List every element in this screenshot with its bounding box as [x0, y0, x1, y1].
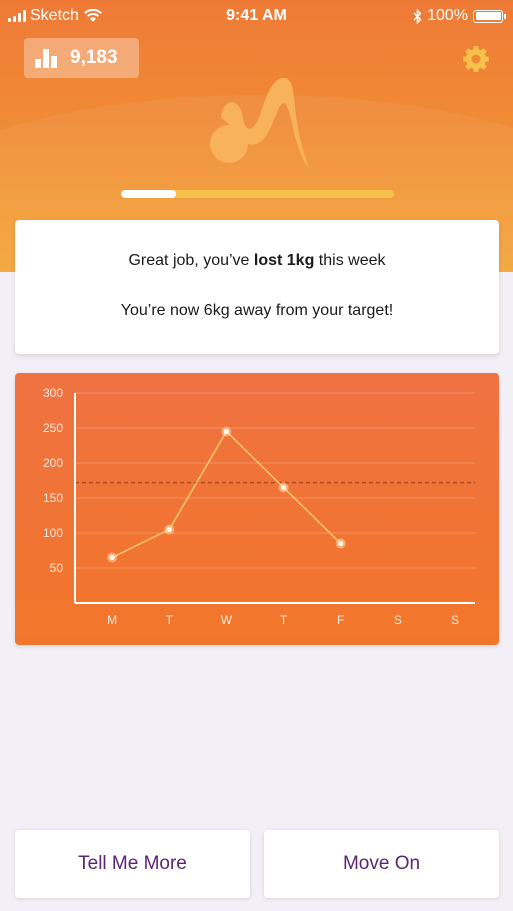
weekly-progress-bar: [121, 190, 394, 198]
status-right: 100%: [413, 7, 506, 25]
data-point: [166, 526, 172, 533]
y-tick-label: 300: [43, 386, 63, 400]
message-card: Great job, you’ve lost 1kg this week You…: [15, 220, 499, 354]
data-point: [338, 540, 344, 547]
y-tick-label: 150: [43, 491, 63, 505]
gear-icon[interactable]: [461, 44, 491, 74]
weight-chart: 50 100 150 200 250 300 M T W T F S S: [43, 386, 475, 627]
series-line: [111, 430, 342, 559]
battery-icon: [473, 9, 506, 23]
y-tick-label: 250: [43, 421, 63, 435]
tell-me-more-button[interactable]: Tell Me More: [15, 830, 250, 898]
progress-fill: [121, 190, 176, 198]
x-tick-label: T: [166, 613, 174, 627]
move-on-button[interactable]: Move On: [264, 830, 499, 898]
x-tick-label: F: [337, 613, 344, 627]
y-tick-label: 200: [43, 456, 63, 470]
bar-chart-icon: [35, 49, 57, 68]
message-emphasis: lost 1kg: [253, 252, 315, 269]
x-tick-label: W: [221, 613, 233, 627]
y-tick-label: 100: [43, 526, 63, 540]
data-point: [223, 428, 230, 435]
message-suffix: this week: [314, 252, 386, 269]
points-badge[interactable]: 9,183: [24, 38, 139, 78]
weight-chart-card: 50 100 150 200 250 300 M T W T F S S: [15, 373, 499, 645]
message-prefix: Great job, you’ve: [128, 252, 254, 269]
x-tick-label: T: [280, 613, 288, 627]
points-value: 9,183: [70, 47, 118, 68]
x-tick-label: M: [107, 613, 117, 627]
battery-label: 100%: [427, 7, 468, 24]
status-bar: Sketch 9:41 AM 100%: [0, 0, 513, 32]
x-tick-label: S: [451, 613, 459, 627]
message-line-2: You’re now 6kg away from your target!: [120, 302, 394, 319]
brand-logo-icon: [210, 77, 309, 168]
data-point: [109, 554, 115, 561]
x-tick-label: S: [394, 613, 402, 627]
message-line-1: Great job, you’ve lost 1kg this week: [15, 252, 499, 270]
bluetooth-icon: [413, 8, 422, 24]
y-tick-label: 50: [50, 561, 64, 575]
data-point: [280, 484, 287, 491]
